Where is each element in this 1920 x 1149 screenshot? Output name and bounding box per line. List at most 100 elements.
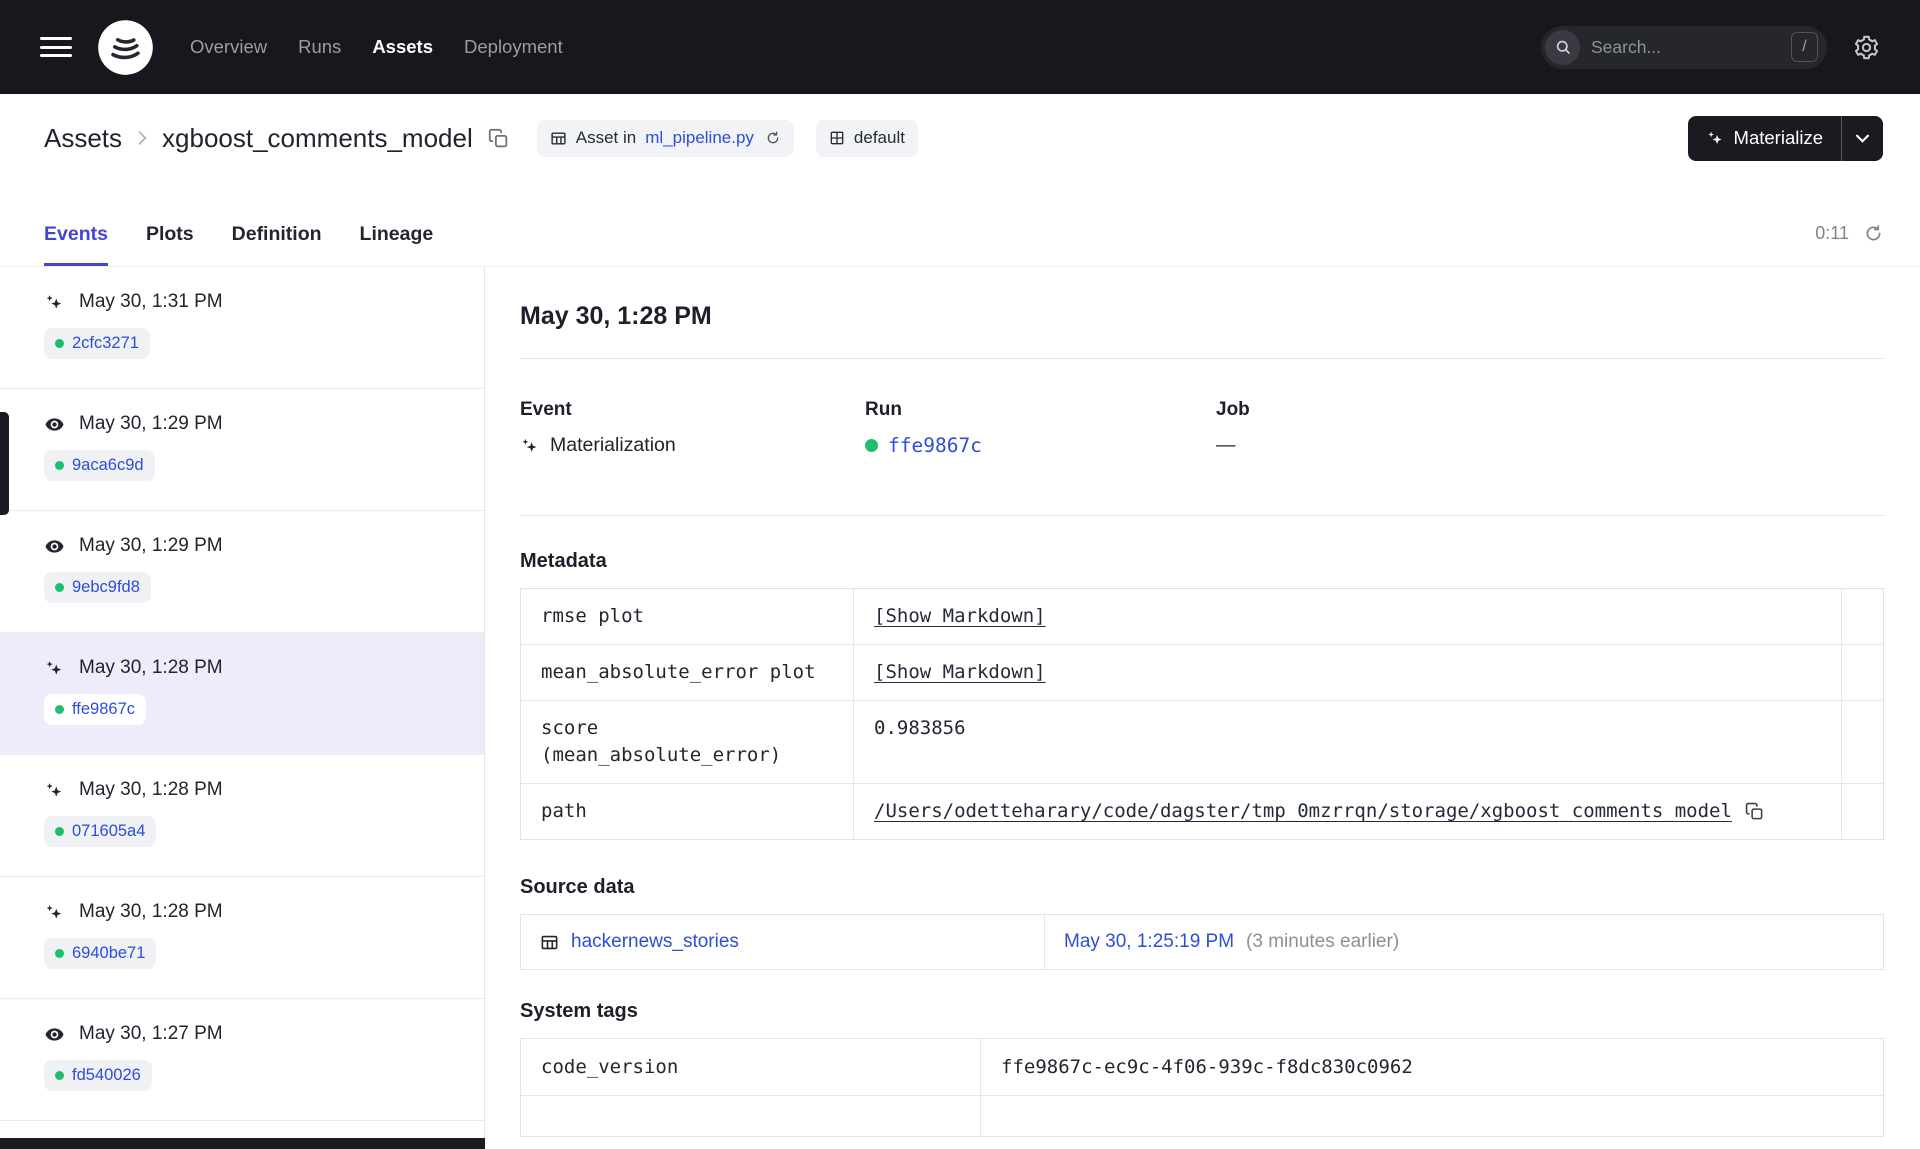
metadata-key: score (mean_absolute_error) <box>521 701 854 784</box>
event-date: May 30, 1:29 PM <box>79 535 223 556</box>
list-item[interactable]: May 30, 1:29 PM 9aca6c9d <box>0 389 484 511</box>
list-item[interactable]: May 30, 1:27 PM fd540026 <box>0 999 484 1121</box>
observation-eye-icon <box>44 1024 65 1045</box>
run-status-dot <box>55 949 64 958</box>
materialization-icon <box>44 658 65 679</box>
source-time-note: (3 minutes earlier) <box>1246 931 1400 952</box>
breadcrumb-assets-link[interactable]: Assets <box>44 123 122 154</box>
source-asset-link[interactable]: hackernews_stories <box>571 931 739 953</box>
materialize-button-group: Materialize <box>1687 115 1883 161</box>
metadata-value: 0.983856 <box>854 701 1842 784</box>
run-id: 9aca6c9d <box>72 456 144 474</box>
list-item[interactable]: May 30, 1:28 PM 6940be71 <box>0 877 484 999</box>
asset-location-file-link[interactable]: ml_pipeline.py <box>645 128 754 148</box>
reload-location-icon[interactable] <box>765 130 781 146</box>
list-item-selected[interactable]: May 30, 1:28 PM ffe9867c <box>0 633 484 755</box>
run-id-pill[interactable]: 6940be71 <box>44 938 157 969</box>
run-id: 2cfc3271 <box>72 334 139 352</box>
event-label: Event <box>520 399 572 420</box>
materialize-dropdown-button[interactable] <box>1842 116 1883 161</box>
run-status-dot <box>865 439 878 452</box>
materialize-sparkle-icon <box>1707 131 1722 144</box>
observation-eye-icon <box>44 414 65 435</box>
event-date: May 30, 1:28 PM <box>79 779 223 800</box>
nav-item-overview[interactable]: Overview <box>190 36 267 58</box>
tab-definition[interactable]: Definition <box>232 223 322 266</box>
search-box[interactable]: / <box>1541 25 1827 69</box>
event-date: May 30, 1:27 PM <box>79 1023 223 1044</box>
run-id-pill[interactable]: 9ebc9fd8 <box>44 572 151 603</box>
nav-item-assets[interactable]: Assets <box>372 36 433 58</box>
run-id-link[interactable]: ffe9867c <box>888 434 982 457</box>
list-item[interactable]: May 30, 1:28 PM 071605a4 <box>0 755 484 877</box>
nav-links: Overview Runs Assets Deployment <box>190 36 563 58</box>
horizontal-scrollbar[interactable] <box>0 1138 485 1149</box>
event-list: May 30, 1:31 PM 2cfc3271 May 30, 1:29 PM… <box>0 267 485 1149</box>
run-id-pill[interactable]: 2cfc3271 <box>44 328 150 359</box>
asset-group-label: default <box>853 128 905 147</box>
vertical-scrollbar[interactable] <box>0 412 9 515</box>
tab-events[interactable]: Events <box>44 223 108 266</box>
event-detail-panel: May 30, 1:28 PM Event Materialization Ru… <box>485 267 1920 1149</box>
event-date: May 30, 1:29 PM <box>79 413 223 434</box>
show-markdown-link[interactable]: [Show Markdown] <box>874 661 1046 683</box>
refresh-icon[interactable] <box>1863 223 1884 244</box>
observation-eye-icon <box>44 536 65 557</box>
nav-item-deployment[interactable]: Deployment <box>464 36 563 58</box>
event-date: May 30, 1:31 PM <box>79 291 223 312</box>
run-id-pill[interactable]: ffe9867c <box>44 694 147 725</box>
run-status-dot <box>55 461 64 470</box>
event-date: May 30, 1:28 PM <box>79 657 223 678</box>
metadata-key: mean_absolute_error plot <box>521 645 854 701</box>
list-item[interactable]: May 30, 1:29 PM 9ebc9fd8 <box>0 511 484 633</box>
event-type-value: Materialization <box>550 434 676 456</box>
copy-path-icon[interactable] <box>1745 802 1764 821</box>
run-id-pill[interactable]: fd540026 <box>44 1060 152 1091</box>
dagster-logo-icon[interactable] <box>97 19 154 76</box>
system-tags-heading: System tags <box>520 1000 638 1022</box>
list-item[interactable]: May 30, 1:31 PM 2cfc3271 <box>0 267 484 389</box>
chevron-down-icon <box>1856 134 1869 143</box>
search-input[interactable] <box>1591 36 1791 58</box>
metadata-table: rmse plot [Show Markdown] mean_absolute_… <box>520 588 1884 840</box>
breadcrumb: Assets xgboost_comments_model <box>44 123 509 154</box>
run-id: 071605a4 <box>72 822 146 840</box>
materialization-icon <box>44 780 65 801</box>
run-status-dot <box>55 1071 64 1080</box>
asset-group-tag[interactable]: default <box>815 119 918 157</box>
search-shortcut-badge: / <box>1791 32 1818 62</box>
path-link[interactable]: /Users/odetteharary/code/dagster/tmp_0mz… <box>874 798 1732 825</box>
metadata-heading: Metadata <box>520 550 607 572</box>
page-title: xgboost_comments_model <box>162 122 473 153</box>
nav-right: / <box>1541 25 1920 69</box>
search-icon[interactable] <box>1545 29 1580 65</box>
page-header: Assets xgboost_comments_model Asset in m… <box>0 94 1920 182</box>
run-status-dot <box>55 583 64 592</box>
run-id-pill[interactable]: 071605a4 <box>44 816 157 847</box>
copy-asset-name-icon[interactable] <box>488 128 509 149</box>
asset-table-icon <box>540 933 559 952</box>
run-status-dot <box>55 339 64 348</box>
asset-location-tag[interactable]: Asset in ml_pipeline.py <box>536 119 794 157</box>
settings-gear-icon[interactable] <box>1853 34 1880 61</box>
system-tag-key: code_version <box>521 1039 981 1096</box>
tab-plots[interactable]: Plots <box>146 223 194 266</box>
breadcrumb-separator-icon <box>132 128 152 148</box>
materialization-icon <box>520 436 540 456</box>
asset-location-prefix: Asset in <box>575 128 637 147</box>
nav-item-runs[interactable]: Runs <box>298 36 341 58</box>
tab-lineage[interactable]: Lineage <box>360 223 434 266</box>
source-data-heading: Source data <box>520 876 635 898</box>
hamburger-menu-icon[interactable] <box>40 32 72 63</box>
metadata-key: path <box>521 784 854 839</box>
run-status-dot <box>55 827 64 836</box>
run-id-pill[interactable]: 9aca6c9d <box>44 450 155 481</box>
asset-group-icon <box>829 130 845 146</box>
source-timestamp-link[interactable]: May 30, 1:25:19 PM <box>1064 931 1234 953</box>
run-label: Run <box>865 399 902 420</box>
show-markdown-link[interactable]: [Show Markdown] <box>874 605 1046 627</box>
materialize-button[interactable]: Materialize <box>1688 116 1841 161</box>
materialization-icon <box>44 292 65 313</box>
run-status-dot <box>55 705 64 714</box>
top-nav: Overview Runs Assets Deployment / <box>0 0 1920 94</box>
